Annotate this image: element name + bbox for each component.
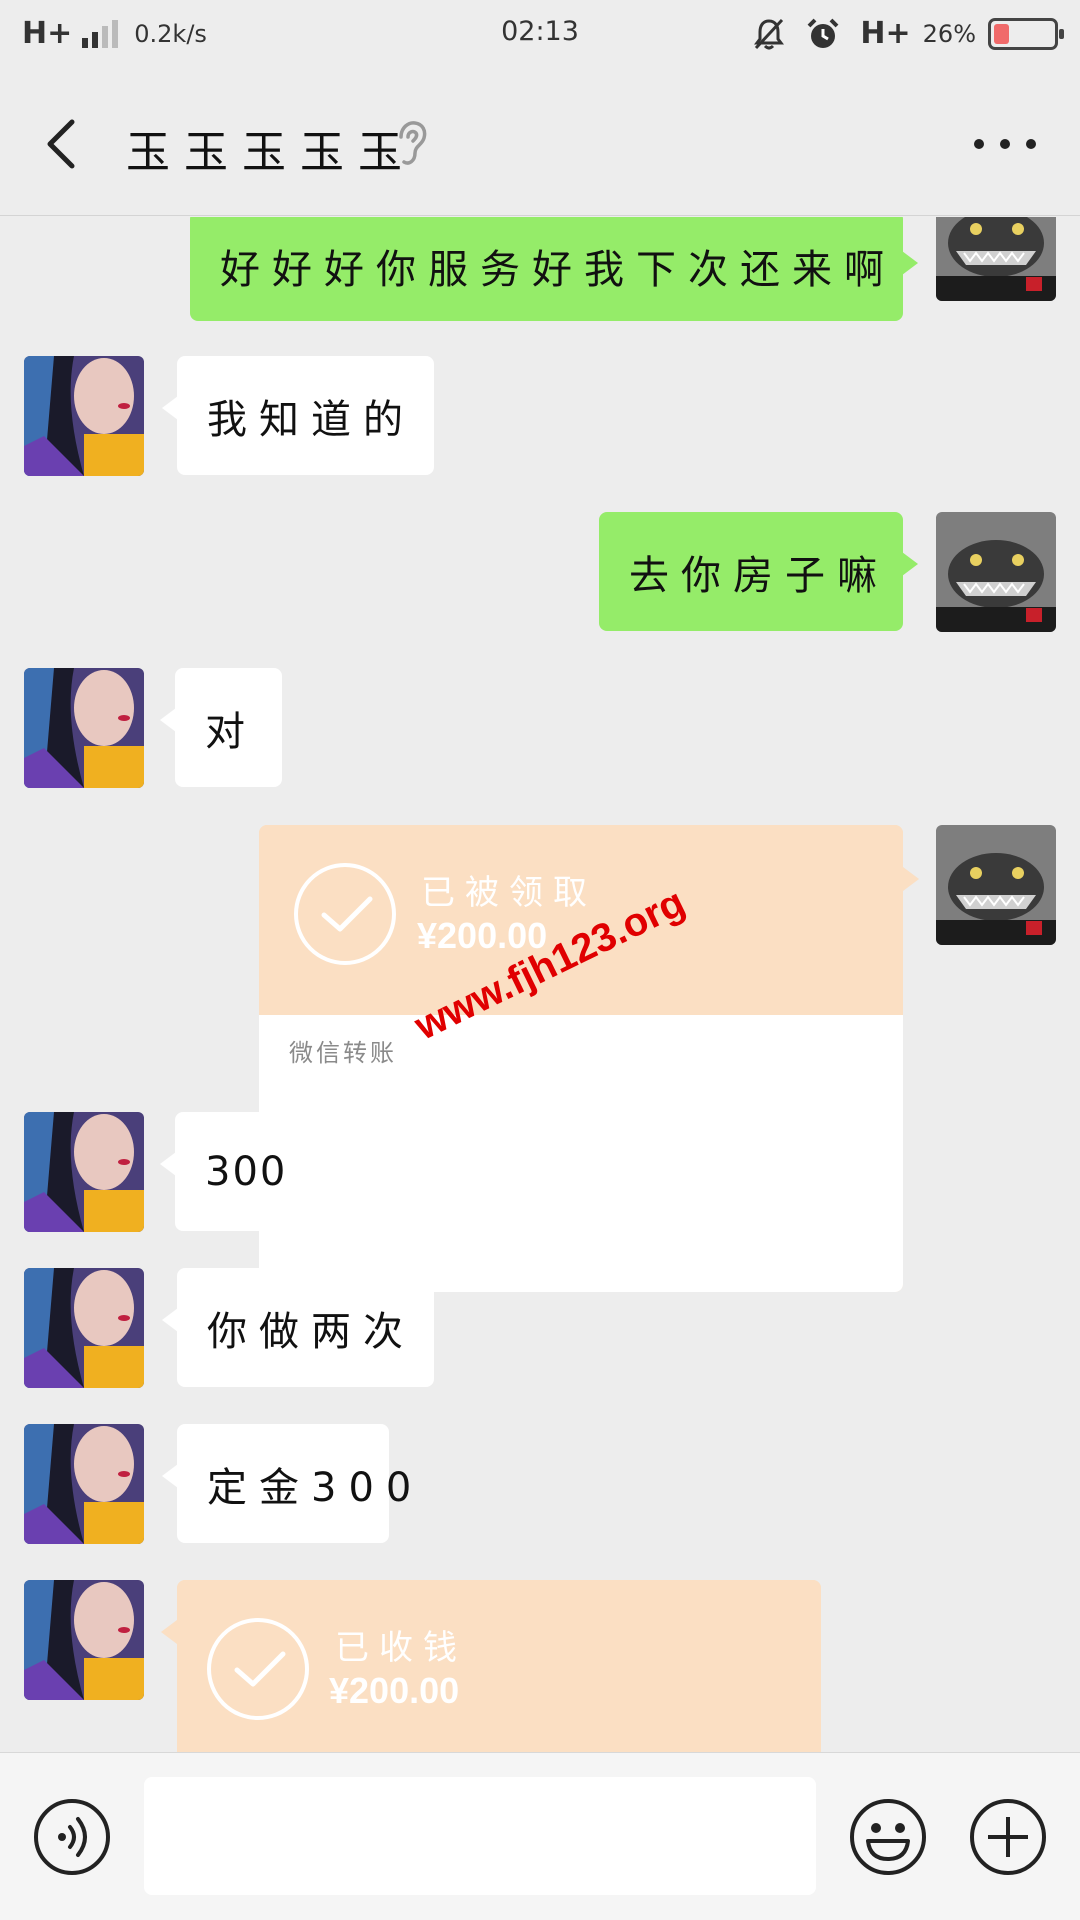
chat-header: 玉玉玉玉玉 [0, 72, 1080, 216]
alarm-icon [807, 18, 839, 48]
voice-icon[interactable] [32, 1797, 112, 1877]
more-icon[interactable] [974, 132, 1036, 156]
check-circle-icon [294, 863, 396, 965]
avatar-contact[interactable] [24, 1268, 144, 1388]
message-text: 我知道的 [207, 396, 415, 443]
chevron-left-icon[interactable] [36, 112, 96, 176]
input-bar [0, 1752, 1080, 1920]
transfer-status: 已收钱 [335, 1628, 467, 1668]
message-text: 300 [205, 1148, 288, 1195]
avatar-contact[interactable] [24, 1580, 144, 1700]
avatar-contact[interactable] [24, 668, 144, 788]
message-text: 去你房子嘛 [629, 552, 889, 599]
avatar-self[interactable] [936, 512, 1056, 632]
message-text: 你做两次 [207, 1308, 415, 1355]
transfer-card-received[interactable]: 已收钱 ¥200.00 [177, 1580, 821, 1752]
ear-icon [399, 121, 427, 165]
network-type-label-right: H+ [860, 16, 911, 51]
bubble-tail [903, 867, 919, 891]
avatar-contact[interactable] [24, 356, 144, 476]
avatar-self[interactable] [936, 825, 1056, 945]
message-bubble-received[interactable]: 300 [160, 1112, 285, 1231]
bubble-tail [161, 1620, 177, 1644]
check-circle-icon [207, 1618, 309, 1720]
plus-icon[interactable] [968, 1797, 1048, 1877]
status-bar: H+ 0.2k/s 02:13 H+ 26% [0, 0, 1080, 72]
message-bubble-received[interactable]: 对 [160, 668, 282, 787]
transfer-amount: ¥200.00 [329, 1670, 460, 1711]
avatar-contact[interactable] [24, 1424, 144, 1544]
message-text: 好好好你服务好我下次还来啊 [220, 247, 896, 293]
battery-percent-label: 26% [922, 19, 976, 48]
message-text: 对 [205, 708, 257, 755]
transfer-status: 已被领取 [421, 873, 597, 913]
transfer-footer-label: 微信转账 [289, 1039, 397, 1067]
message-list[interactable]: 好好好你服务好我下次还来啊 我知道的 去你房子嘛 对 已被领取 ¥200.00 … [0, 217, 1080, 1752]
chat-title: 玉玉玉玉玉 [126, 127, 416, 178]
message-text: 定金300 [207, 1464, 424, 1511]
emoji-icon[interactable] [848, 1797, 928, 1877]
message-bubble-received[interactable]: 你做两次 [162, 1268, 434, 1387]
message-bubble-received[interactable]: 我知道的 [162, 356, 434, 475]
message-bubble-sent[interactable]: 去你房子嘛 [599, 512, 918, 631]
avatar-contact[interactable] [24, 1112, 144, 1232]
avatar-self[interactable] [936, 217, 1056, 301]
message-bubble-received[interactable]: 定金300 [162, 1424, 411, 1543]
status-right: H+ 26% [732, 16, 1064, 51]
message-input[interactable] [144, 1777, 816, 1895]
battery-icon [988, 17, 1064, 50]
battery-fill [994, 23, 1009, 44]
transfer-card-sent[interactable]: 已被领取 ¥200.00 微信转账 [259, 825, 903, 1292]
transfer-card-footer: 微信转账 [259, 1015, 903, 1292]
message-bubble-sent[interactable]: 好好好你服务好我下次还来啊 [190, 217, 918, 321]
mute-icon [754, 18, 785, 49]
